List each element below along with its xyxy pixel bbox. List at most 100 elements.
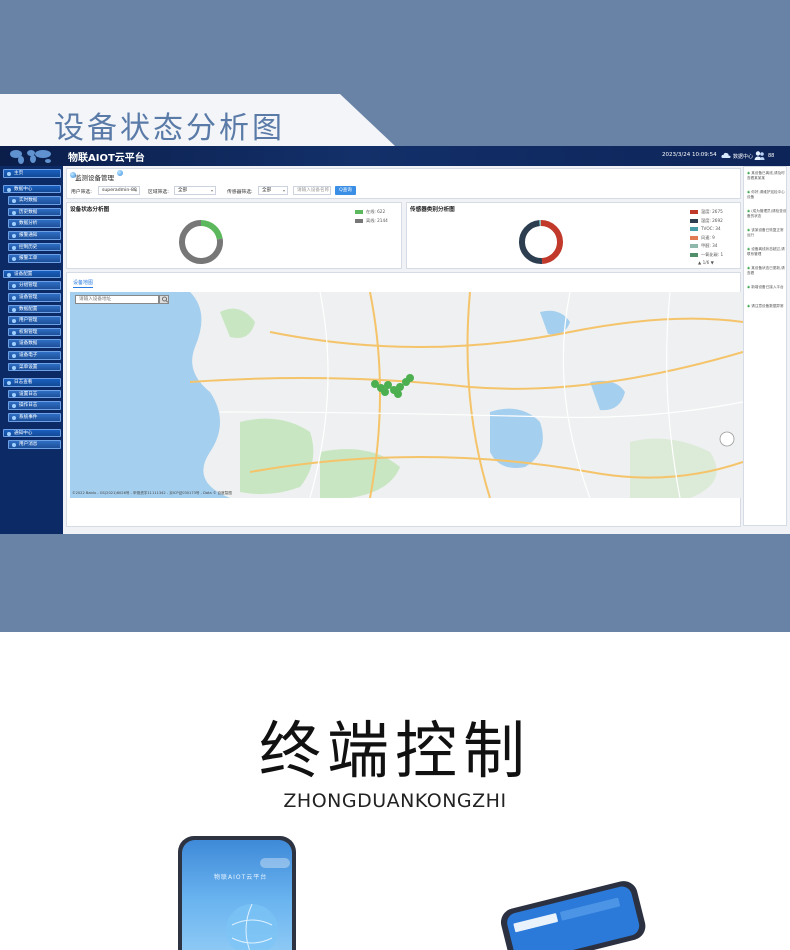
- sidebar-item-label: 报警工单: [19, 256, 38, 262]
- phone-app-title: 物联AIOT云平台: [214, 874, 268, 881]
- notification-panel: ◉ 某设备已离线,请及时查看某某某 ◉ 你好,请维护巡检中心设备 ◉ (成为管理员)…: [743, 166, 787, 526]
- sidebar-item[interactable]: 实时数据: [8, 196, 61, 205]
- legend-pager[interactable]: ▲ 1/6 ▼: [698, 260, 714, 265]
- map-search-input[interactable]: 请输入设备地址: [75, 295, 159, 304]
- legend-entry[interactable]: 甲醛: 34: [690, 243, 717, 249]
- menu-dot-icon: [12, 354, 16, 358]
- menu-dot-icon: [7, 272, 11, 277]
- sidebar-item[interactable]: 设置日志: [8, 389, 61, 399]
- legend-entry[interactable]: TVOC: 34: [690, 226, 721, 231]
- tab-device-map[interactable]: 设备地图: [73, 279, 94, 288]
- sidebar-item[interactable]: 设备管理: [8, 293, 61, 302]
- legend-swatch: [690, 210, 698, 214]
- donut-slice-1[interactable]: [519, 220, 543, 264]
- sensor-category-panel: 传感器类别分析图 温度: 2675 湿度: 2692 TVOC: 34 风速: 9 甲醛…: [406, 202, 741, 269]
- map-search-button[interactable]: [159, 295, 169, 304]
- phone-mockup: 物联AIOT云平台: [178, 836, 296, 950]
- terminal-control-title: 终端控制: [258, 714, 531, 787]
- terminal-control-subtitle: ZHONGDUANKONGZHI: [283, 790, 507, 812]
- sidebar-item[interactable]: 控制历史: [8, 242, 61, 252]
- data-center-link[interactable]: 数据中心: [733, 153, 753, 160]
- sidebar-item-label: 设备电子: [19, 353, 38, 358]
- sidebar-item[interactable]: 操作日志: [8, 401, 61, 410]
- device-map[interactable]: 请输入设备地址 ©2022 Baidu - GS(2021)6026号 - 甲测…: [70, 292, 743, 498]
- menu-dot-icon: [7, 431, 11, 436]
- legend-swatch: [690, 218, 698, 223]
- map-canvas: [70, 292, 743, 498]
- legend-entry[interactable]: 风速: 9: [690, 235, 715, 241]
- legend-label: 温度: 2675: [701, 209, 723, 214]
- user-icon[interactable]: [754, 150, 765, 161]
- sidebar-item[interactable]: 设备数据: [8, 339, 61, 348]
- device-map-panel: 设备地图 请输入设备地址 ©2022 Baidu - GS(2021)6026号…: [66, 272, 743, 527]
- sidebar-item[interactable]: 报警工单: [8, 254, 61, 263]
- sidebar-item[interactable]: 数据配置: [8, 304, 61, 314]
- sidebar-item[interactable]: 用户管理: [8, 316, 61, 325]
- sidebar-item-label: 用户管理: [19, 318, 38, 324]
- notification-item[interactable]: ◉ (成为管理员)请检查设备的状态: [747, 209, 786, 218]
- sidebar-item[interactable]: 历史数据: [8, 207, 61, 217]
- menu-dot-icon: [12, 222, 16, 227]
- app-title: 物联AIOT云平台: [68, 153, 145, 164]
- sidebar-item[interactable]: 日志查看: [3, 378, 61, 387]
- sidebar-item[interactable]: 用户消息: [8, 440, 61, 449]
- notification-item[interactable]: ◉ 请注意设备数据异常: [747, 304, 786, 309]
- menu-dot-icon: [12, 245, 16, 250]
- legend-entry[interactable]: 一氧化碳: 1: [690, 252, 723, 258]
- sidebar-item[interactable]: 系统事件: [8, 413, 61, 422]
- sidebar-item[interactable]: 数据中心: [3, 184, 61, 194]
- legend-label: 在线: 622: [366, 209, 386, 214]
- tablet-toolbar: [513, 913, 559, 933]
- sidebar-item[interactable]: 设备电子: [8, 351, 61, 360]
- sensor-filter-label: 传感器筛选:: [227, 190, 253, 195]
- sidebar-item[interactable]: 分组管理: [8, 281, 61, 290]
- menu-dot-icon: [12, 296, 16, 300]
- sidebar-item[interactable]: 菜单设置: [8, 362, 61, 372]
- notification-item[interactable]: ◉ 某设备已离线,请及时查看某某某: [747, 171, 786, 180]
- sidebar-item-label: 设备配置: [14, 271, 33, 277]
- sidebar-item[interactable]: 通知中心: [3, 428, 61, 438]
- menu-dot-icon: [12, 330, 16, 335]
- sidebar-item[interactable]: 设备配置: [3, 269, 61, 279]
- donut-slice-0[interactable]: [540, 220, 563, 264]
- sidebar-item[interactable]: 报警通知: [8, 231, 61, 240]
- legend-entry[interactable]: 在线: 622: [355, 209, 385, 215]
- user-name[interactable]: 88: [768, 153, 774, 159]
- notification-item[interactable]: ◉ 新增设备已接入平台: [747, 285, 786, 290]
- legend-swatch: [690, 227, 698, 231]
- area-filter-select[interactable]: 全部 ▾: [174, 186, 216, 195]
- notification-item[interactable]: ◉ 某设备状态已更新,请查看: [747, 266, 786, 275]
- sidebar-item-label: 系统事件: [19, 415, 38, 420]
- legend-entry[interactable]: 离线: 2144: [355, 218, 388, 224]
- section-title: 设备状态分析图: [54, 111, 285, 146]
- chevron-down-icon: ▾: [134, 188, 137, 193]
- donut-slice-0[interactable]: [200, 220, 223, 240]
- sidebar-item[interactable]: 数据分析: [8, 219, 61, 228]
- legend-entry[interactable]: 温度: 2675: [690, 209, 723, 215]
- legend-swatch: [355, 210, 363, 214]
- sidebar-item[interactable]: 主页: [3, 169, 61, 178]
- notification-item[interactable]: ◉ 你好,请维护巡检中心设备: [747, 190, 786, 199]
- legend-swatch: [690, 235, 698, 240]
- notification-item[interactable]: ◉ 该某设备已恢复正常运行: [747, 228, 786, 237]
- notification-item[interactable]: ◉ 设备离线状态超过,请联系管理: [747, 247, 786, 256]
- arrow-down-icon[interactable]: ▼: [711, 260, 714, 265]
- legend-entry[interactable]: 湿度: 2692: [690, 218, 723, 224]
- device-status-panel: 设备状态分析图 在线: 622 离线: 2144: [66, 202, 402, 269]
- query-button[interactable]: Q查询: [335, 186, 356, 195]
- menu-dot-icon: [12, 234, 16, 238]
- legend-label: 一氧化碳: 1: [701, 251, 724, 257]
- sidebar-item[interactable]: 权限管理: [8, 327, 61, 337]
- globe-icon: [226, 903, 278, 950]
- device-search-input[interactable]: 请输入设备名称: [293, 186, 331, 195]
- menu-dot-icon: [12, 416, 16, 420]
- cloud-icon[interactable]: [721, 151, 731, 160]
- user-filter-select[interactable]: superadmin-88 ▾: [98, 186, 140, 195]
- sensor-filter-select[interactable]: 全部 ▾: [258, 186, 288, 195]
- sidebar-item-label: 数据中心: [14, 186, 33, 192]
- sidebar-item-label: 历史数据: [19, 209, 38, 215]
- menu-dot-icon: [12, 404, 16, 409]
- arrow-up-icon[interactable]: ▲: [698, 260, 701, 265]
- sidebar-item-label: 设备管理: [19, 295, 38, 300]
- menu-dot-icon: [7, 187, 11, 192]
